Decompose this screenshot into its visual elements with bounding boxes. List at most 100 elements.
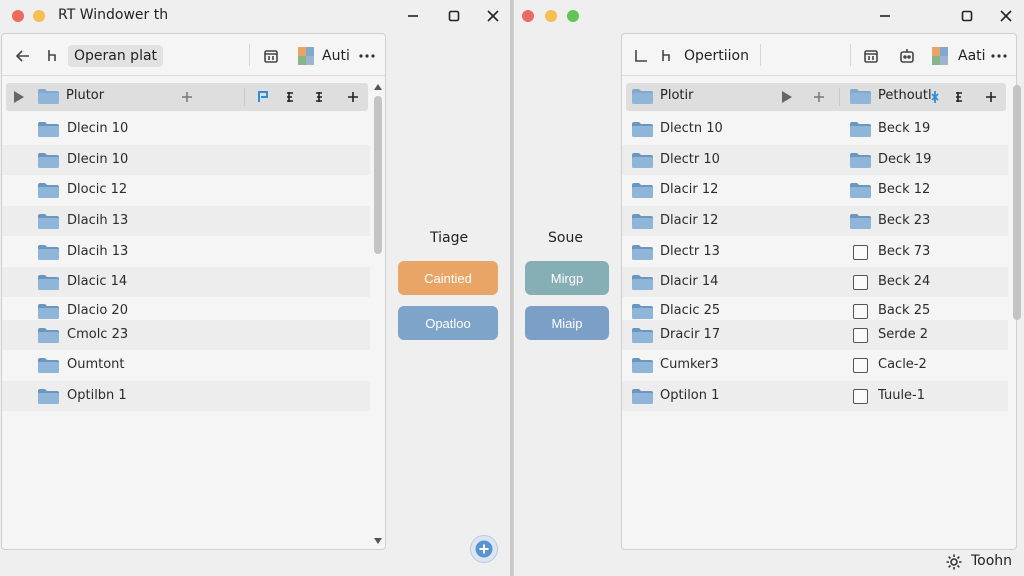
folder-icon: [632, 389, 653, 404]
maximize-icon[interactable]: [956, 5, 978, 27]
path-breadcrumb[interactable]: Opertiion: [684, 45, 749, 67]
list-item-label: Serde 2: [878, 327, 929, 342]
list-item[interactable]: Dlectn 10 Beck 19: [622, 114, 1008, 144]
close-traffic-light[interactable]: [522, 10, 534, 22]
list-item[interactable]: Dlectr 10 Deck 19: [622, 145, 1008, 175]
calendar-icon[interactable]: [860, 45, 882, 67]
minimize-traffic-light[interactable]: [33, 10, 45, 22]
branch-icon[interactable]: [656, 45, 678, 67]
list-item[interactable]: Dlecin 10: [2, 145, 370, 175]
list-item-label: Optilon 1: [660, 388, 720, 403]
scroll-thumb[interactable]: [374, 96, 382, 254]
toolbar-divider: [850, 44, 851, 66]
folder-icon: [850, 183, 871, 198]
folder-icon: [632, 89, 653, 104]
scroll-down-icon[interactable]: [372, 536, 384, 546]
right-scrollbar[interactable]: [1011, 85, 1023, 345]
folder-icon: [38, 328, 59, 343]
folder-icon: [38, 304, 59, 319]
close-traffic-light[interactable]: [12, 10, 24, 22]
bookmark-icon[interactable]: [928, 90, 942, 104]
list-item-label: Dlectr 10: [660, 152, 720, 167]
branch-icon[interactable]: [42, 45, 64, 67]
add-icon[interactable]: [984, 90, 998, 104]
folder-icon: [38, 183, 59, 198]
gear-icon[interactable]: [943, 551, 965, 573]
list-header[interactable]: Plotir Pethoutl: [626, 83, 1006, 111]
left-scrollbar[interactable]: [372, 82, 384, 549]
bookmark-icon[interactable]: [256, 90, 270, 104]
folder-icon: [850, 214, 871, 229]
list-item[interactable]: Cmolc 23: [2, 320, 370, 350]
list-item-label: Beck 23: [878, 213, 931, 228]
list-item-label: Tuule-1: [878, 388, 926, 403]
file-icon: [853, 389, 868, 404]
close-icon[interactable]: [482, 5, 504, 27]
robot-icon[interactable]: [896, 45, 918, 67]
path-breadcrumb[interactable]: Operan plat: [68, 45, 164, 67]
list-item-label: Oumtont: [67, 357, 125, 372]
folder-icon: [632, 153, 653, 168]
list-item[interactable]: Dlacir 12 Beck 23: [622, 206, 1008, 236]
color-palette-icon[interactable]: [296, 46, 316, 66]
play-icon[interactable]: [12, 90, 26, 104]
minimize-icon[interactable]: [402, 5, 424, 27]
list-item[interactable]: Dlacir 12 Beck 12: [622, 175, 1008, 205]
toolbar-right-label[interactable]: Auti: [322, 45, 350, 67]
scroll-up-icon[interactable]: [372, 82, 384, 92]
folder-icon: [632, 245, 653, 260]
sort-icon[interactable]: [283, 90, 297, 104]
more-icon[interactable]: [988, 45, 1010, 67]
add-icon[interactable]: [346, 90, 360, 104]
right-file-panel: Opertiion Aati Plotir Pethoutl Dlectn 10…: [621, 33, 1017, 550]
sort-icon[interactable]: [952, 90, 966, 104]
list-item[interactable]: Dlecin 10: [2, 114, 370, 144]
close-icon[interactable]: [995, 5, 1017, 27]
arrow-left-icon[interactable]: [12, 45, 34, 67]
plus-icon[interactable]: [180, 90, 194, 104]
list-item[interactable]: Dracir 17 Serde 2: [622, 320, 1008, 350]
list-item[interactable]: Oumtont: [2, 350, 370, 380]
file-icon: [853, 275, 868, 290]
list-item-label: Cumker3: [660, 357, 719, 372]
color-palette-icon[interactable]: [930, 46, 950, 66]
more-icon[interactable]: [356, 45, 378, 67]
toolbar-right-label[interactable]: Aati: [958, 45, 986, 67]
blue-action-button[interactable]: Opatloo: [398, 306, 498, 340]
calendar-icon[interactable]: [260, 45, 282, 67]
list-item[interactable]: Dlacih 13: [2, 206, 370, 236]
list-item[interactable]: Dlacir 14 Beck 24: [622, 267, 1008, 297]
play-icon[interactable]: [780, 90, 794, 104]
corner-icon[interactable]: [630, 45, 652, 67]
maximize-icon[interactable]: [443, 5, 465, 27]
file-icon: [853, 328, 868, 343]
list-item-label: Dlecin 10: [67, 152, 129, 167]
header-divider: [244, 88, 245, 106]
slate-action-button[interactable]: Miaip: [525, 306, 609, 340]
window-title: RT Windower th: [58, 7, 169, 23]
list-item-label: Beck 19: [878, 121, 931, 136]
plus-icon[interactable]: [812, 90, 826, 104]
list-item[interactable]: Dlacic 14: [2, 267, 370, 297]
list-header[interactable]: Plutor: [6, 83, 368, 111]
minimize-icon[interactable]: [874, 5, 896, 27]
orange-action-button[interactable]: Caintied: [398, 261, 498, 295]
list-item-label: Dlacir 12: [660, 213, 719, 228]
maximize-traffic-light[interactable]: [567, 10, 579, 22]
list-item[interactable]: Dlectr 13 Beck 73: [622, 237, 1008, 267]
folder-icon: [850, 122, 871, 137]
teal-action-button[interactable]: Mirgp: [525, 261, 609, 295]
list-item[interactable]: Optilon 1 Tuule-1: [622, 381, 1008, 411]
folder-icon: [632, 304, 653, 319]
bottom-tool-label[interactable]: Toohn: [971, 553, 1012, 569]
list-item[interactable]: Cumker3 Cacle-2: [622, 350, 1008, 380]
list-item-label: Dlacih 13: [67, 244, 129, 259]
list-item-label: Cmolc 23: [67, 327, 129, 342]
minimize-traffic-light[interactable]: [545, 10, 557, 22]
filter-icon[interactable]: [312, 90, 326, 104]
add-fab-button[interactable]: [470, 535, 498, 563]
scroll-thumb[interactable]: [1013, 85, 1021, 320]
list-item[interactable]: Optilbn 1: [2, 381, 370, 411]
list-item[interactable]: Dlocic 12: [2, 175, 370, 205]
list-item[interactable]: Dlacih 13: [2, 237, 370, 267]
